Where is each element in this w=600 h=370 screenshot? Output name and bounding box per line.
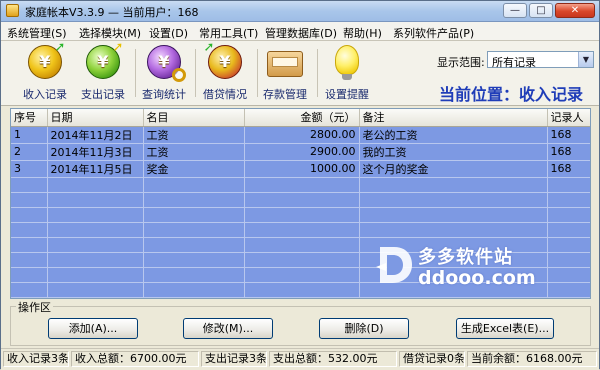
operation-area-title: 操作区 [16,299,53,315]
query-stats-button[interactable]: ¥ 查询统计 [138,45,190,101]
cell-date: 2014年11月3日 [47,143,144,161]
menu-system[interactable]: 系统管理(S) [7,25,67,41]
expense-record-label: 支出记录 [81,88,125,101]
cell-date: 2014年11月2日 [47,126,144,144]
table-row[interactable]: 3 2014年11月5日 奖金 1000.00 这个月的奖金 168 [11,160,590,178]
menu-database[interactable]: 管理数据库(D) [265,25,337,41]
status-loan-count: 借贷记录0条 [399,351,465,367]
window-title: 家庭帐本V3.3.9 — 当前用户：168 [25,6,199,19]
empty-row [11,192,590,208]
edit-button[interactable]: 修改(M)... [183,318,273,339]
expense-record-button[interactable]: ¥ ➚ 支出记录 [77,41,129,101]
empty-row [11,177,590,193]
bankbook-icon [267,51,303,77]
records-table[interactable]: 序号 日期 名目 金额（元） 备注 记录人 1 2014年11月2日 工资 28… [10,108,591,299]
yen-coin-icon: ¥ ➚ [204,41,242,79]
status-income-total: 收入总额：6700.00元 [71,351,199,367]
yen-symbol: ¥ [39,52,51,71]
column-header[interactable]: 记录人 [547,109,590,127]
yen-symbol: ¥ [219,52,231,71]
set-reminder-label: 设置提醒 [325,88,369,101]
cell-recorder: 168 [547,126,590,144]
app-window: 家庭帐本V3.3.9 — 当前用户：168 — □ ✕ 系统管理(S) 选择模块… [0,0,600,370]
query-stats-label: 查询统计 [142,88,186,101]
cell-amount: 1000.00 [244,160,360,178]
cell-amount: 2900.00 [244,143,360,161]
export-excel-button[interactable]: 生成Excel表(E)... [456,318,554,339]
arrow-up-icon: ➚ [54,40,66,55]
cell-note: 我的工资 [359,143,548,161]
yen-coin-icon: ¥ ➚ [86,41,123,79]
empty-row [11,297,590,298]
arrow-left-icon: ➚ [203,40,215,55]
cell-date: 2014年11月5日 [47,160,144,178]
maximize-button[interactable]: □ [529,3,553,18]
title-bar[interactable]: 家庭帐本V3.3.9 — 当前用户：168 — □ ✕ [1,1,599,22]
menu-tools[interactable]: 常用工具(T) [199,25,258,41]
chevron-down-icon[interactable]: ▼ [578,52,593,67]
column-header[interactable]: 金额（元） [244,109,360,127]
cell-recorder: 168 [547,160,590,178]
cell-index: 3 [11,160,48,178]
app-icon [6,4,19,17]
menu-settings[interactable]: 设置(D) [149,25,188,41]
cell-note: 老公的工资 [359,126,548,144]
table-header: 序号 日期 名目 金额（元） 备注 记录人 [11,109,590,127]
scope-label: 显示范围: [437,56,485,69]
ddooo-logo-icon [376,247,412,283]
watermark-en: ddooo.com [418,267,536,289]
cell-recorder: 168 [547,143,590,161]
cell-note: 这个月的奖金 [359,160,548,178]
status-expense-total: 支出总额：532.00元 [269,351,397,367]
cell-index: 1 [11,126,48,144]
cell-index: 2 [11,143,48,161]
column-header[interactable]: 备注 [359,109,548,127]
status-income-count: 收入记录3条 [3,351,69,367]
status-balance: 当前余额：6168.00元 [467,351,597,367]
arrow-out-icon: ➚ [112,40,124,55]
column-header[interactable]: 日期 [47,109,144,127]
cell-category: 工资 [143,126,245,144]
loan-status-label: 借贷情况 [203,88,247,101]
income-record-button[interactable]: ¥ ➚ 收入记录 [19,41,71,101]
table-row[interactable]: 1 2014年11月2日 工资 2800.00 老公的工资 168 [11,126,590,144]
yen-symbol: ¥ [97,52,109,71]
loan-status-button[interactable]: ¥ ➚ 借贷情况 [199,41,251,101]
status-expense-count: 支出记录3条 [201,351,267,367]
cell-category: 奖金 [143,160,245,178]
table-row[interactable]: 2 2014年11月3日 工资 2900.00 我的工资 168 [11,143,590,161]
menu-help[interactable]: 帮助(H) [343,25,382,41]
watermark-cn: 多多软件站 [418,247,513,268]
close-button[interactable]: ✕ [555,3,595,18]
delete-button[interactable]: 删除(D) [319,318,409,339]
menu-module[interactable]: 选择模块(M) [79,25,141,41]
scope-value: 所有记录 [492,56,536,69]
yen-coin-icon: ¥ [147,45,186,82]
cell-amount: 2800.00 [244,126,360,144]
menu-bar: 系统管理(S) 选择模块(M) 设置(D) 常用工具(T) 管理数据库(D) 帮… [1,22,599,41]
status-bar: 收入记录3条 收入总额：6700.00元 支出记录3条 支出总额：532.00元… [1,348,599,370]
lightbulb-icon [335,45,359,80]
watermark: 多多软件站 ddooo.com [374,241,554,295]
menu-products[interactable]: 系列软件产品(P) [393,25,474,41]
current-location: 当前位置：收入记录 [439,85,584,104]
deposit-manage-label: 存款管理 [263,88,307,101]
column-header[interactable]: 序号 [11,109,48,127]
income-record-label: 收入记录 [23,88,67,101]
cell-category: 工资 [143,143,245,161]
scope-select[interactable]: 所有记录 ▼ [487,51,594,69]
set-reminder-button[interactable]: 设置提醒 [321,45,373,101]
window-controls: — □ ✕ [503,3,595,18]
column-header[interactable]: 名目 [143,109,245,127]
deposit-manage-button[interactable]: 存款管理 [259,45,311,101]
empty-row [11,222,590,238]
empty-row [11,207,590,223]
yen-coin-icon: ¥ ➚ [28,41,65,79]
add-button[interactable]: 添加(A)... [48,318,138,339]
magnifier-icon [172,68,186,82]
minimize-button[interactable]: — [503,3,527,18]
